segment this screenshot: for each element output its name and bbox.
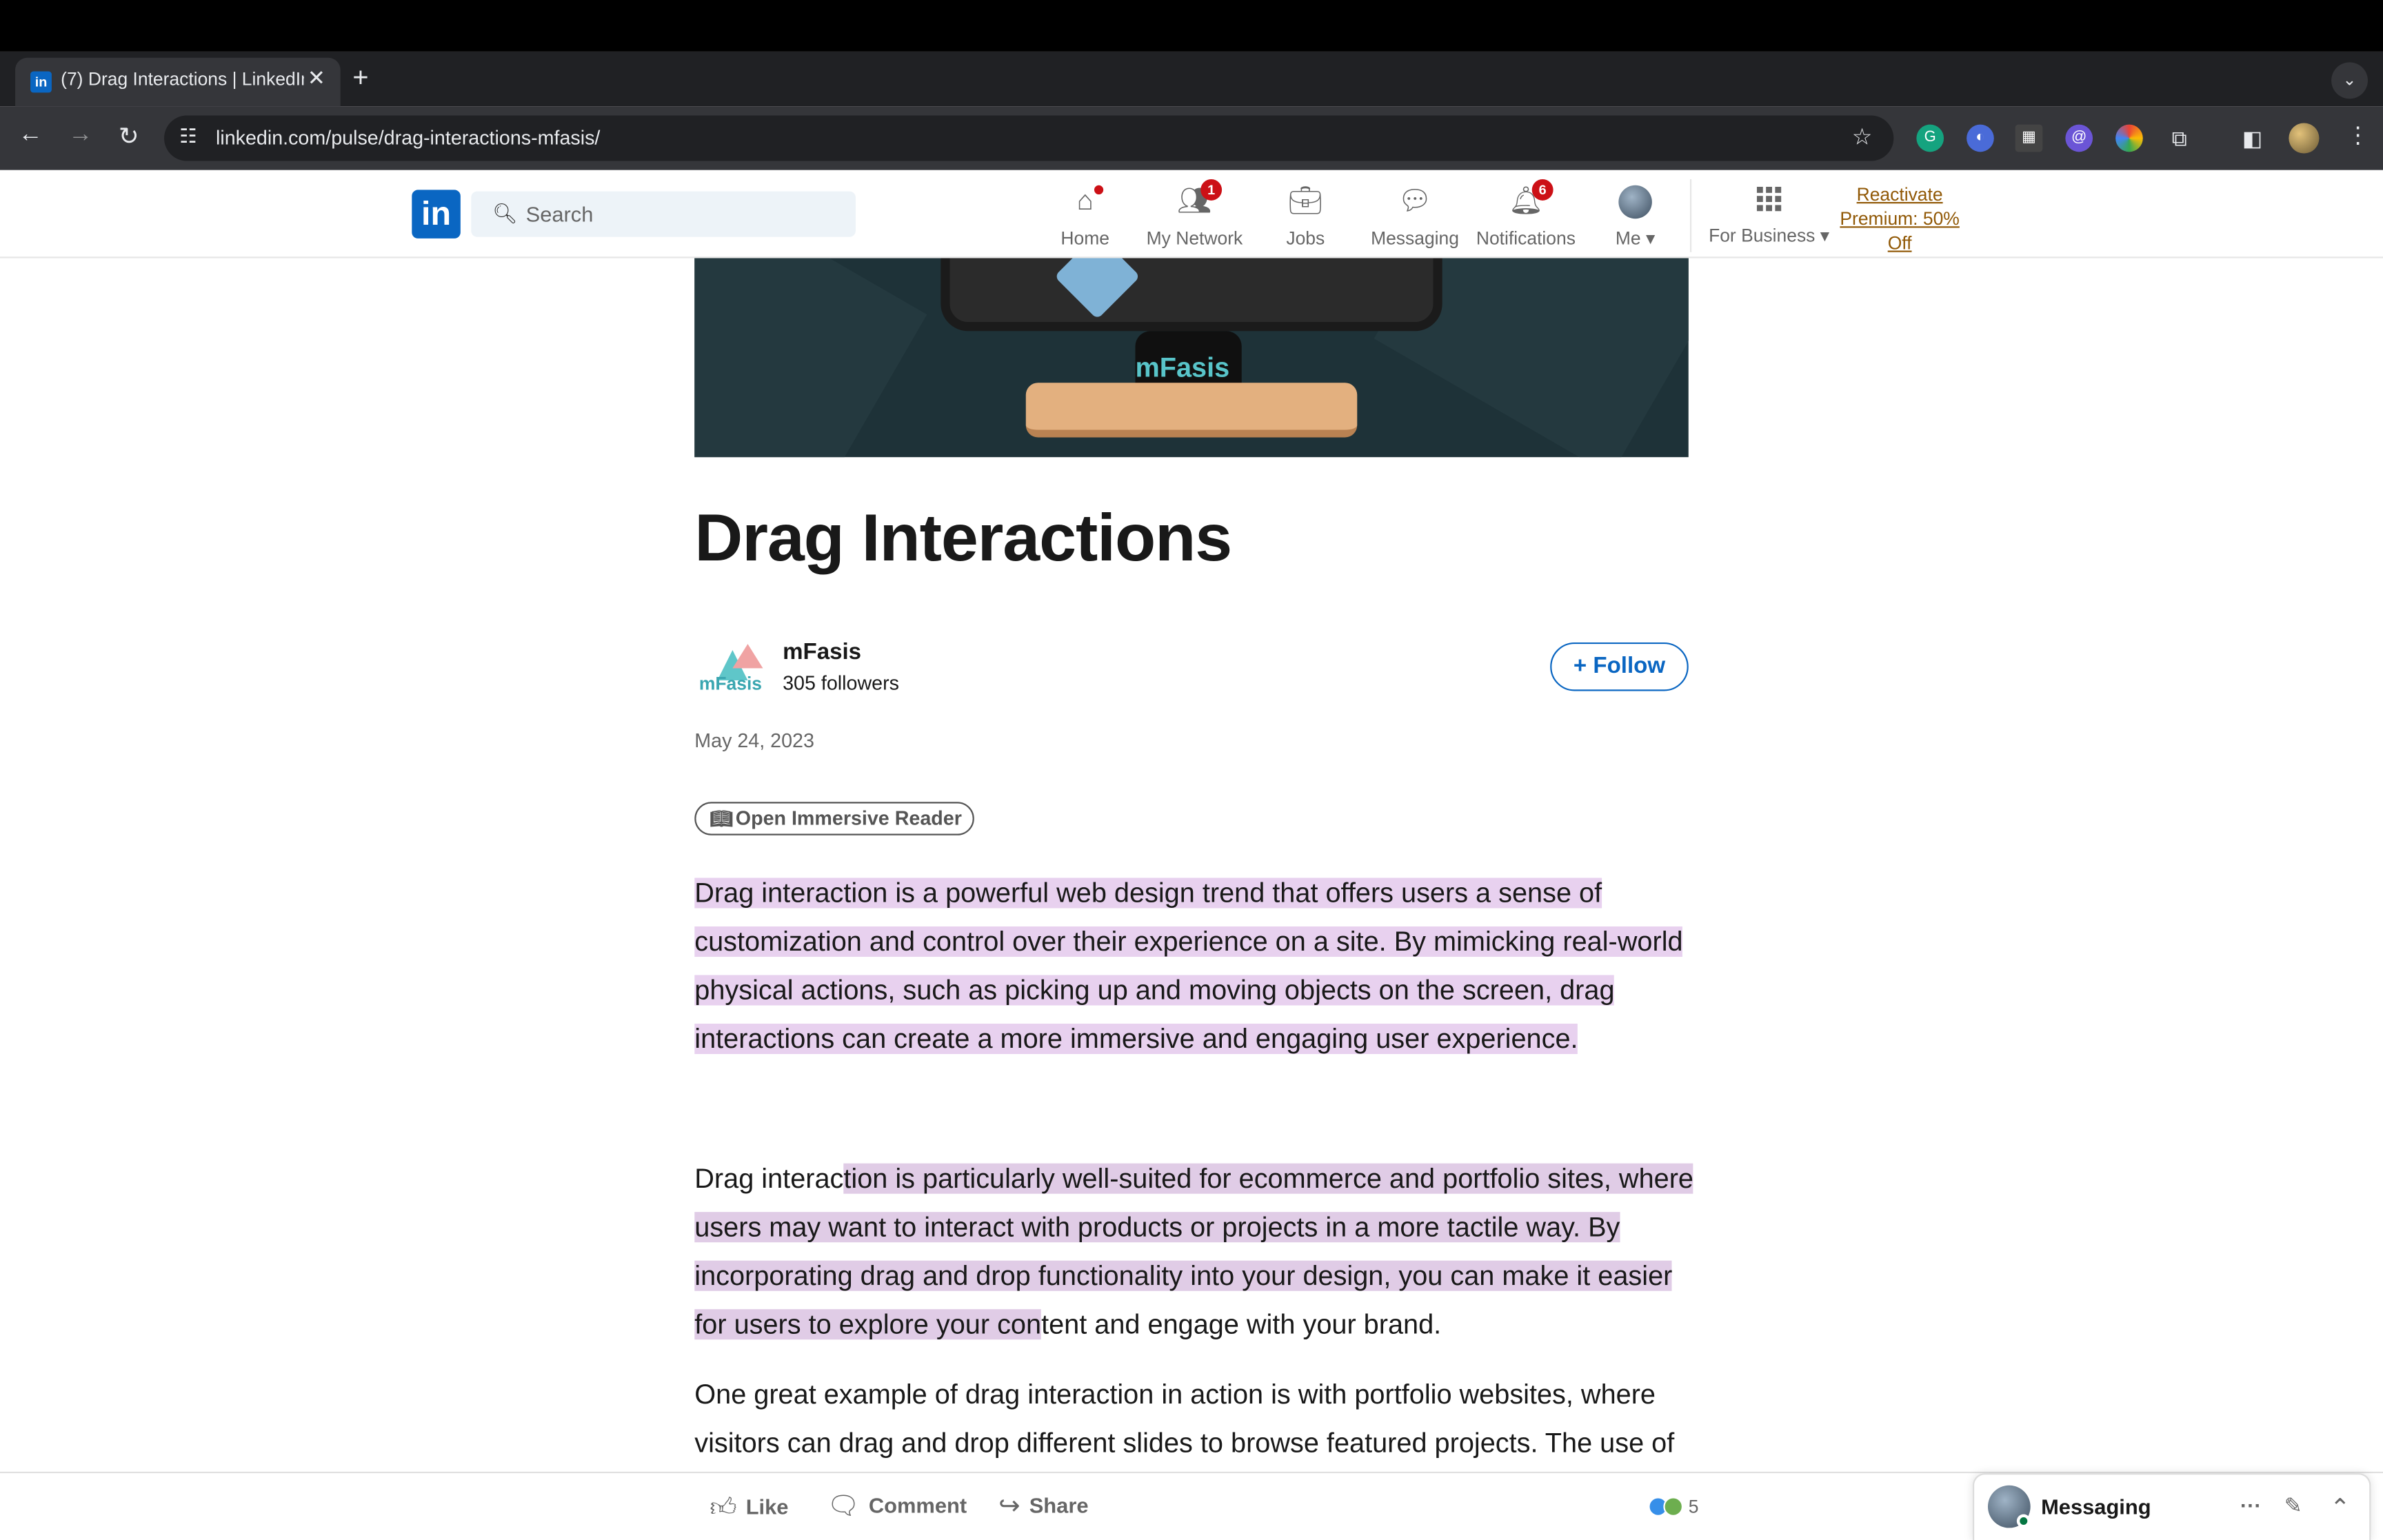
article-title: Drag Interactions	[694, 501, 1232, 576]
hero-monitor	[941, 258, 1442, 332]
paragraph-2-end: tent and engage with your brand.	[1041, 1309, 1442, 1340]
extension-icon[interactable]: ◐	[1967, 124, 1994, 152]
reaction-icons[interactable]	[1647, 1496, 1690, 1517]
collapse-chevron-icon[interactable]: ⌃	[2330, 1493, 2351, 1523]
online-status-dot	[2016, 1514, 2031, 1528]
tab-close-icon[interactable]: ✕	[308, 65, 325, 91]
bell-icon: 🔔︎ 6	[1507, 179, 1554, 216]
briefcase-icon: 💼︎	[1288, 185, 1323, 216]
me-avatar	[1618, 185, 1652, 219]
tab-search-button[interactable]: ⌄	[2331, 62, 2368, 99]
at-sign-extension-icon[interactable]: @	[2065, 124, 2093, 152]
side-panel-icon[interactable]: ◧	[2239, 125, 2266, 152]
search-icon: 🔍︎	[492, 202, 518, 225]
comment-icon: 🗨︎	[827, 1491, 860, 1521]
author-followers: 305 followers	[783, 671, 899, 694]
plus-icon: +	[1573, 653, 1587, 679]
site-settings-icon[interactable]: ☷	[179, 125, 197, 149]
browser-tab-active[interactable]: in (7) Drag Interactions | LinkedIn ✕	[15, 57, 341, 107]
nav-jobs-label: Jobs	[1286, 227, 1325, 250]
nav-jobs[interactable]: 💼︎ Jobs	[1242, 182, 1369, 250]
notifications-badge: 6	[1531, 179, 1554, 201]
article-date: May 24, 2023	[694, 729, 814, 752]
hero-base	[1025, 383, 1358, 438]
nav-messaging-label: Messaging	[1371, 227, 1459, 250]
book-icon: 📖︎	[710, 808, 733, 829]
messaging-overlay[interactable]	[1972, 1473, 2371, 1540]
nav-me[interactable]: Me ▾	[1571, 182, 1699, 249]
nav-messaging[interactable]: 💬︎ Messaging	[1351, 182, 1478, 250]
for-business-label: For Business	[1709, 225, 1816, 246]
home-icon: ⌂	[1067, 182, 1107, 216]
search-input[interactable]: 🔍︎ Search	[471, 191, 856, 237]
share-label: Share	[1029, 1492, 1089, 1517]
grammarly-extension-icon[interactable]: G	[1916, 124, 1944, 152]
hero-brand-logo: mFasis	[1135, 352, 1230, 383]
network-badge: 1	[1200, 179, 1223, 201]
compose-message-icon[interactable]: ✎	[2284, 1493, 2302, 1519]
qr-code-extension-icon[interactable]: ▦	[2015, 124, 2043, 152]
linkedin-favicon-icon: in	[30, 71, 52, 93]
nav-my-network-label: My Network	[1146, 227, 1243, 250]
bookmark-star-icon[interactable]: ☆	[1852, 123, 1873, 150]
apps-grid-icon	[1756, 186, 1782, 212]
comment-button[interactable]: 🗨︎ Comment	[827, 1492, 967, 1522]
reaction-count[interactable]: 5	[1689, 1496, 1699, 1517]
address-bar[interactable]: ☷ linkedin.com/pulse/drag-interactions-m…	[164, 115, 1894, 161]
network-icon: 👥︎ 1	[1176, 179, 1223, 216]
paragraph-2-start: Drag interac	[694, 1163, 844, 1194]
nav-divider	[1689, 179, 1692, 252]
reactivate-premium-link[interactable]: Reactivate Premium: 50% Off	[1836, 182, 1964, 255]
nav-home[interactable]: ⌂ Home	[1021, 182, 1149, 249]
more-options-icon[interactable]: ···	[2240, 1493, 2262, 1517]
screen: in (7) Drag Interactions | LinkedIn ✕ + …	[0, 0, 2383, 1540]
address-url[interactable]: linkedin.com/pulse/drag-interactions-mfa…	[216, 126, 600, 149]
immersive-reader-button[interactable]: 📖︎ Open Immersive Reader	[694, 802, 974, 835]
nav-me-label: Me	[1615, 227, 1641, 250]
tab-title: (7) Drag Interactions | LinkedIn	[61, 68, 304, 90]
search-placeholder: Search	[525, 202, 594, 227]
follow-button[interactable]: + Follow	[1550, 642, 1689, 691]
author-logo-text: mFasis	[699, 673, 762, 693]
share-arrow-icon: ↪	[998, 1491, 1020, 1521]
immersive-reader-label: Open Immersive Reader	[735, 806, 962, 829]
article-cover-image: mFasis	[694, 258, 1689, 458]
comment-label: Comment	[868, 1492, 967, 1517]
like-label: Like	[745, 1494, 789, 1519]
article-paragraph-2: Drag interaction is particularly well-su…	[694, 1154, 1698, 1348]
forward-button[interactable]: →	[68, 121, 92, 149]
linkedin-logo[interactable]: in	[412, 190, 461, 239]
browser-menu-icon[interactable]: ⋮	[2346, 121, 2369, 148]
author-name[interactable]: mFasis	[783, 640, 861, 665]
extensions-puzzle-icon[interactable]: ⧉	[2166, 125, 2193, 152]
chevron-down-icon: ▾	[1820, 225, 1830, 246]
article-paragraph-3: One great example of drag interaction in…	[694, 1379, 1675, 1459]
share-button[interactable]: ↪ Share	[998, 1492, 1088, 1522]
nav-notifications[interactable]: 🔔︎ 6 Notifications	[1462, 179, 1589, 250]
new-tab-button[interactable]: +	[352, 62, 368, 94]
reload-button[interactable]: ↻	[119, 121, 139, 152]
chat-icon: 💬︎	[1397, 185, 1433, 216]
article-paragraph-1: Drag interaction is a powerful web desig…	[694, 869, 1698, 1063]
chevron-down-icon: ▾	[1646, 227, 1656, 250]
back-button[interactable]: ←	[18, 121, 42, 149]
paragraph-1-text: Drag interaction is a powerful web desig…	[694, 878, 1683, 1055]
hero-facet	[694, 258, 927, 458]
os-top-bar	[0, 0, 2383, 52]
thumbs-up-icon: 👍︎	[710, 1492, 737, 1522]
like-button[interactable]: 👍︎ Like	[710, 1492, 788, 1523]
messaging-label[interactable]: Messaging	[2041, 1495, 2151, 1519]
home-notification-dot	[1091, 182, 1107, 198]
author-logo[interactable]: mFasis	[696, 638, 772, 698]
nav-home-label: Home	[1060, 227, 1109, 250]
follow-label: Follow	[1593, 653, 1666, 679]
color-picker-extension-icon[interactable]	[2115, 124, 2143, 152]
nav-my-network[interactable]: 👥︎ 1 My Network	[1131, 179, 1258, 250]
nav-notifications-label: Notifications	[1476, 227, 1576, 250]
browser-profile-avatar[interactable]	[2289, 123, 2320, 154]
nav-for-business[interactable]: For Business ▾	[1702, 182, 1836, 249]
